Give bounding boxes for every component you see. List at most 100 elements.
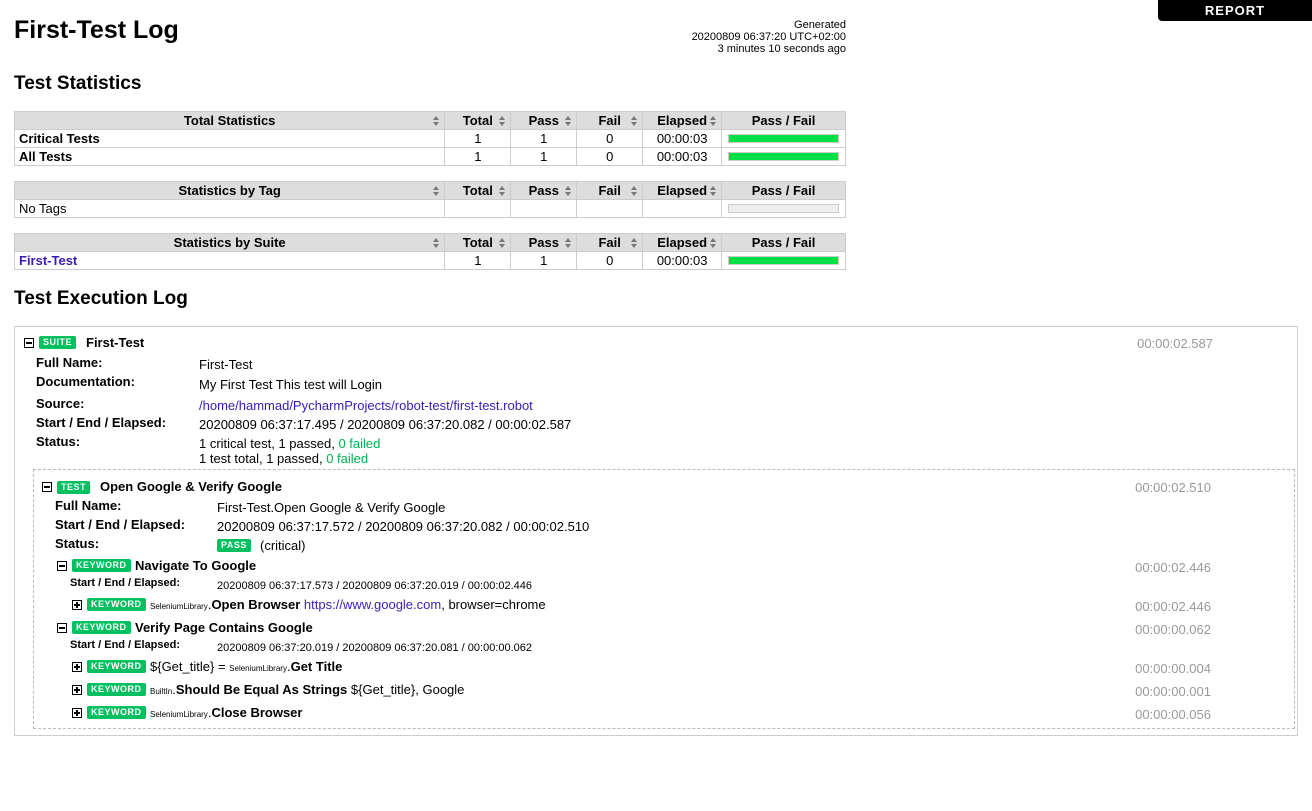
sort-icon	[433, 116, 440, 126]
collapse-icon[interactable]	[42, 482, 52, 492]
col-total[interactable]: Total	[444, 111, 512, 130]
keyword-elapsed: 00:00:00.001	[1135, 684, 1211, 699]
pass-fail-bar[interactable]	[728, 134, 839, 143]
col-label: Statistics by Tag	[178, 183, 281, 198]
keyword-label: KEYWORD	[87, 598, 146, 611]
col-total[interactable]: Total	[444, 233, 512, 252]
table-row: No Tags	[13, 199, 846, 218]
stat-fail	[576, 199, 644, 218]
sort-icon	[710, 116, 717, 126]
keyword-line[interactable]: ${Get_title} = SeleniumLibrary.Get Title	[150, 659, 342, 674]
suite-label: SUITE	[39, 336, 77, 349]
keyword-line[interactable]: SeleniumLibrary.Close Browser	[150, 705, 302, 720]
pass-badge: PASS	[217, 539, 251, 552]
keyword-elapsed: 00:00:02.446	[1135, 560, 1211, 575]
keyword-label: KEYWORD	[72, 621, 131, 634]
keyword-name[interactable]: Navigate To Google	[135, 558, 256, 573]
status-text: 1 test total, 1 passed,	[199, 451, 327, 466]
stat-fail: 0	[576, 251, 644, 270]
report-button[interactable]: REPORT	[1158, 0, 1312, 21]
stat-total	[444, 199, 512, 218]
col-label: Elapsed	[657, 113, 708, 128]
col-total-statistics[interactable]: Total Statistics	[13, 111, 446, 130]
suite-name[interactable]: First-Test	[86, 335, 144, 350]
keyword-line[interactable]: BuiltIn.Should Be Equal As Strings ${Get…	[150, 682, 464, 697]
col-pass[interactable]: Pass	[510, 111, 578, 130]
suite-link[interactable]: First-Test	[19, 253, 77, 268]
col-pass[interactable]: Pass	[510, 233, 578, 252]
total-statistics-table: Total Statistics Total Pass Fail Elapsed…	[13, 111, 846, 166]
stat-bar-cell	[721, 199, 846, 218]
failed-count: 0 failed	[338, 436, 381, 451]
expand-icon[interactable]	[72, 662, 82, 672]
suite-status-line: 1 critical test, 1 passed, 0 failed	[199, 436, 380, 451]
col-suite-statistics[interactable]: Statistics by Suite	[13, 233, 446, 252]
stat-total: 1	[444, 129, 512, 148]
col-label: Pass	[528, 183, 559, 198]
table-row: Critical Tests 1 1 0 00:00:03	[13, 129, 846, 148]
col-elapsed[interactable]: Elapsed	[642, 233, 723, 252]
expand-icon[interactable]	[72, 685, 82, 695]
sort-icon	[433, 238, 440, 248]
test-container: TEST Open Google & Verify Google 00:00:0…	[33, 469, 1295, 729]
col-fail[interactable]: Fail	[576, 233, 644, 252]
expand-icon[interactable]	[72, 600, 82, 610]
pass-fill	[729, 153, 838, 160]
col-label: Fail	[598, 235, 621, 250]
generated-label: Generated	[794, 19, 846, 31]
col-fail[interactable]: Fail	[576, 181, 644, 200]
keyword-name: Should Be Equal As Strings	[175, 682, 348, 697]
meta-key: Full Name:	[36, 355, 103, 370]
meta-key: Start / End / Elapsed:	[36, 415, 167, 430]
sort-icon	[433, 186, 440, 196]
tag-statistics-table: Statistics by Tag Total Pass Fail Elapse…	[13, 181, 846, 218]
stat-fail: 0	[576, 147, 644, 166]
test-label: TEST	[57, 481, 91, 494]
keyword-args: , browser=chrome	[441, 597, 546, 612]
sort-icon	[499, 186, 506, 196]
generated-info: Generated 20200809 06:37:20 UTC+02:00 3 …	[646, 19, 846, 55]
sort-icon	[499, 116, 506, 126]
test-times: 20200809 06:37:17.572 / 20200809 06:37:2…	[217, 519, 590, 534]
col-elapsed[interactable]: Elapsed	[642, 181, 723, 200]
library-name: BuiltIn	[150, 687, 173, 696]
col-label: Total	[462, 113, 493, 128]
log-heading: Test Execution Log	[14, 288, 188, 309]
test-name[interactable]: Open Google & Verify Google	[100, 479, 282, 494]
keyword-elapsed: 00:00:02.446	[1135, 599, 1211, 614]
keyword-name: Get Title	[290, 659, 343, 674]
pass-fail-bar	[728, 204, 839, 213]
keyword-label: KEYWORD	[72, 559, 131, 572]
col-tag-statistics[interactable]: Statistics by Tag	[13, 181, 446, 200]
meta-key: Documentation:	[36, 374, 135, 389]
collapse-icon[interactable]	[57, 623, 67, 633]
test-elapsed: 00:00:02.510	[1135, 480, 1211, 495]
suite-source-link[interactable]: /home/hammad/PycharmProjects/robot-test/…	[199, 398, 533, 413]
generated-ago: 3 minutes 10 seconds ago	[717, 43, 846, 55]
sort-icon	[565, 186, 572, 196]
stat-total: 1	[444, 147, 512, 166]
col-label: Total	[462, 183, 493, 198]
keyword-line[interactable]: SeleniumLibrary.Open Browser https://www…	[150, 597, 546, 612]
col-pass-fail: Pass / Fail	[721, 111, 846, 130]
col-total[interactable]: Total	[444, 181, 512, 200]
collapse-icon[interactable]	[24, 338, 34, 348]
pass-fail-bar[interactable]	[728, 256, 839, 265]
status-text: 1 critical test, 1 passed,	[199, 436, 339, 451]
stat-elapsed: 00:00:03	[642, 251, 723, 270]
sort-icon	[631, 116, 638, 126]
keyword-name[interactable]: Verify Page Contains Google	[135, 620, 313, 635]
col-pass[interactable]: Pass	[510, 181, 578, 200]
pass-fail-bar[interactable]	[728, 152, 839, 161]
col-label: Statistics by Suite	[173, 235, 286, 250]
meta-key: Start / End / Elapsed:	[70, 577, 181, 589]
col-elapsed[interactable]: Elapsed	[642, 111, 723, 130]
col-label: Total	[462, 235, 493, 250]
suite-documentation: My First Test This test will Login	[199, 377, 383, 392]
col-fail[interactable]: Fail	[576, 111, 644, 130]
expand-icon[interactable]	[72, 708, 82, 718]
meta-key: Full Name:	[55, 498, 122, 513]
suite-status-line: 1 test total, 1 passed, 0 failed	[199, 451, 368, 466]
collapse-icon[interactable]	[57, 561, 67, 571]
argument-link[interactable]: https://www.google.com	[304, 597, 441, 612]
